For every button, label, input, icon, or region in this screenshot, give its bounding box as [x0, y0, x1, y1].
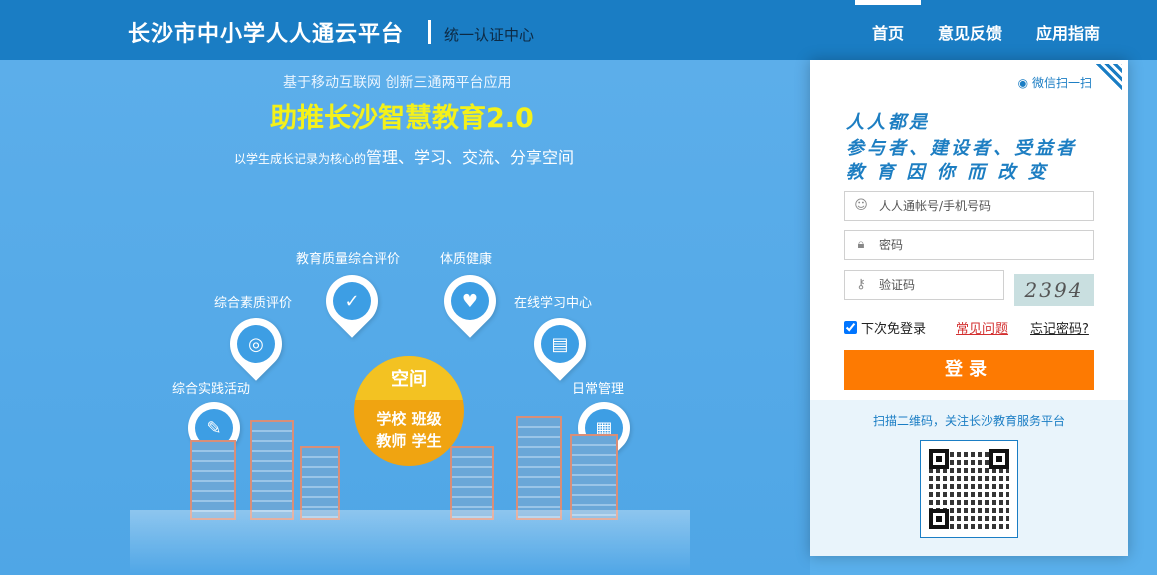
space-badge: 空间 学校 班级 教师 学生	[354, 356, 464, 466]
forgot-password-link[interactable]: 忘记密码?	[1030, 318, 1089, 337]
feature-label-daily-mgmt: 日常管理	[572, 382, 625, 397]
building	[300, 446, 340, 520]
account-input[interactable]	[879, 192, 1079, 220]
building	[570, 434, 618, 520]
hero-tagline: 基于移动互联网 创新三通两平台应用	[283, 75, 512, 91]
hero-slogan: 助推长沙智慧教育2.0	[270, 103, 534, 134]
qr-corner-icon[interactable]	[1092, 64, 1122, 94]
wechat-scan-label: 微信扫一扫	[1031, 76, 1092, 90]
feature-label-practice: 综合实践活动	[172, 382, 251, 397]
water-reflection	[130, 510, 690, 575]
remember-label: 下次免登录	[861, 322, 927, 337]
space-title: 空间	[354, 356, 464, 400]
space-row-1: 学校 班级	[376, 410, 442, 428]
remember-me[interactable]: 下次免登录	[844, 318, 926, 337]
qr-finder	[929, 509, 949, 529]
qr-section: 扫描二维码，关注长沙教育服务平台	[810, 400, 1128, 556]
nav-guide[interactable]: 应用指南	[1019, 0, 1117, 60]
password-input[interactable]	[879, 231, 1079, 259]
qr-code-image	[920, 440, 1018, 538]
feature-label-quality-eval: 教育质量综合评价	[296, 252, 401, 267]
feature-label-quality-comprehensive: 综合素质评价	[214, 296, 293, 311]
wechat-scan-link[interactable]: ◉ 微信扫一扫	[1018, 74, 1092, 91]
hero-description: 以学生成长记录为核心的管理、学习、交流、分享空间	[234, 144, 574, 168]
book-icon: ▤	[523, 307, 597, 381]
user-icon: ☺	[854, 198, 868, 213]
motto-line-2: 参与者、建设者、受益者	[846, 138, 1077, 159]
lock-icon: 🔒︎	[857, 237, 865, 252]
heart-pulse-icon: ♥	[433, 264, 507, 338]
motto-line-3: 教 育 因 你 而 改 变	[846, 162, 1049, 183]
key-icon: ⚷	[856, 277, 866, 292]
hero-banner: 基于移动互联网 创新三通两平台应用 助推长沙智慧教育2.0 以学生成长记录为核心…	[0, 60, 810, 575]
faq-link[interactable]: 常见问题	[956, 318, 1008, 337]
site-subtitle: 统一认证中心	[444, 26, 535, 44]
nav-home[interactable]: 首页	[854, 0, 921, 60]
captcha-image[interactable]: 2394	[1014, 274, 1094, 306]
qr-finder	[929, 449, 949, 469]
top-header: 长沙市中小学人人通云平台 统一认证中心 首页 意见反馈 应用指南	[0, 0, 1157, 60]
qr-tip: 扫描二维码，关注长沙教育服务平台	[872, 414, 1065, 428]
wechat-icon: ◉	[1017, 76, 1029, 90]
shield-check-icon: ✓	[315, 264, 389, 338]
login-button[interactable]: 登录	[844, 350, 1094, 390]
hero-desc-small: 以学生成长记录为核心的	[234, 152, 367, 166]
captcha-input[interactable]	[879, 271, 999, 299]
motto-line-1: 人人都是	[846, 112, 930, 133]
site-title: 长沙市中小学人人通云平台	[128, 22, 405, 47]
feature-label-online-learning: 在线学习中心	[514, 296, 593, 311]
space-row-2: 教师 学生	[376, 432, 442, 450]
main-nav: 首页 意见反馈 应用指南	[854, 0, 1117, 60]
qr-finder	[989, 449, 1009, 469]
feature-label-health: 体质健康	[440, 252, 493, 267]
remember-checkbox[interactable]	[844, 321, 857, 334]
captcha-field: ⚷	[844, 270, 1004, 300]
login-panel: ◉ 微信扫一扫 人人都是 参与者、建设者、受益者 教 育 因 你 而 改 变 ☺…	[810, 60, 1128, 556]
building	[516, 416, 562, 520]
building	[190, 440, 236, 520]
password-field: 🔒︎	[844, 230, 1094, 260]
building	[450, 446, 494, 520]
globe-icon: ◎	[219, 307, 293, 381]
hero-desc-big: 管理、学习、交流、分享空间	[366, 148, 575, 167]
building	[250, 420, 294, 520]
title-divider	[428, 20, 431, 44]
account-field: ☺	[844, 191, 1094, 221]
nav-feedback[interactable]: 意见反馈	[921, 0, 1019, 60]
